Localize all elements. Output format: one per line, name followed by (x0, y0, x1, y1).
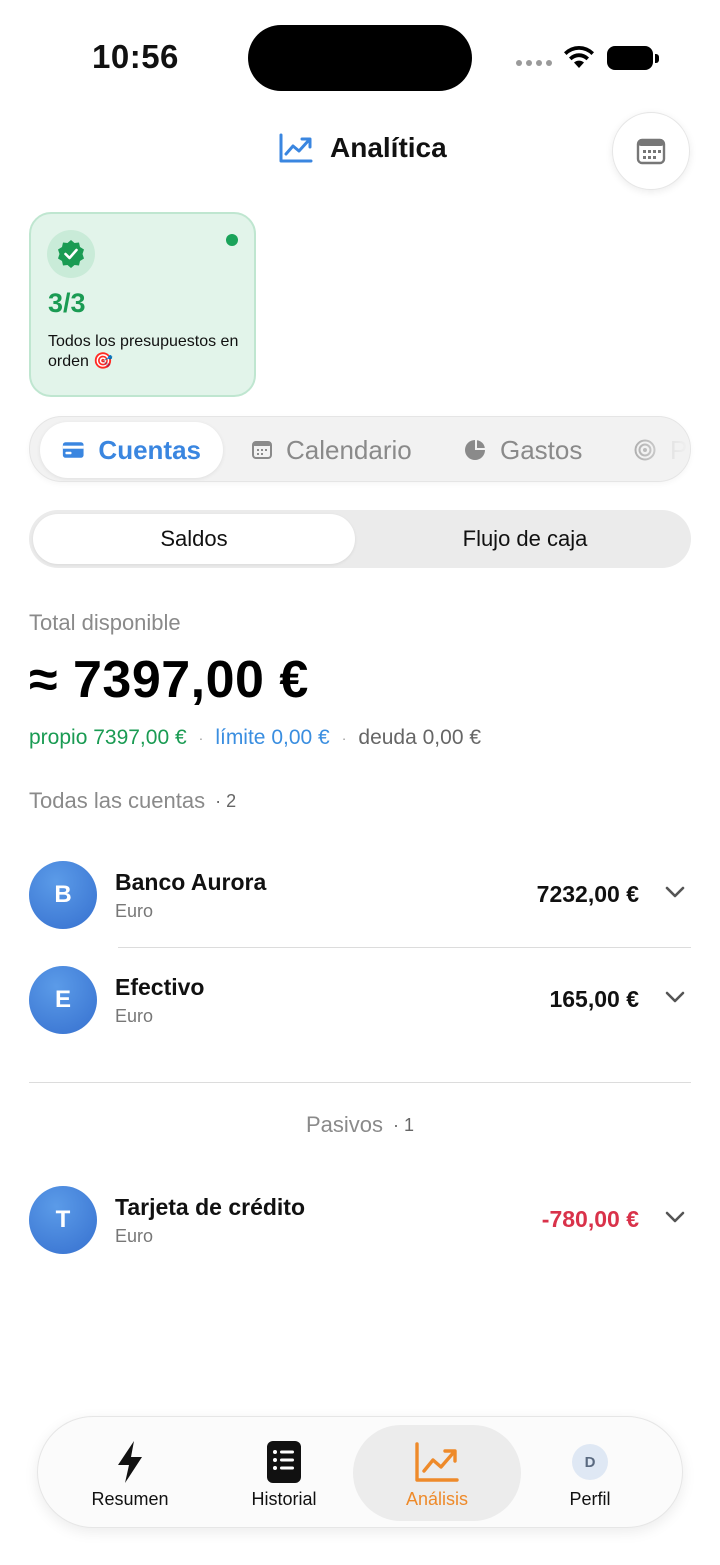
section-title: Todas las cuentas (29, 788, 206, 813)
calendar-icon (636, 138, 666, 165)
account-row-banco-aurora[interactable]: B Banco Aurora Euro 7232,00 € (29, 861, 691, 931)
analytics-tabs: Cuentas Calendario Gastos P (29, 416, 691, 482)
card-icon (62, 442, 84, 458)
separator: · (198, 730, 204, 746)
tab-cuentas[interactable]: Cuentas (40, 422, 223, 478)
chevron-down-icon[interactable] (665, 1210, 685, 1224)
trend-chart-icon (415, 1442, 459, 1482)
total-value: ≈ 7397,00 € (29, 651, 309, 709)
dynamic-island (248, 25, 472, 91)
tab-gastos[interactable]: Gastos (464, 422, 582, 478)
budget-badge (47, 230, 95, 278)
tab-label: Cuentas (98, 434, 201, 465)
account-currency: Euro (115, 901, 154, 921)
balance-breakdown: propio 7397,00 € · límite 0,00 € · deuda… (29, 726, 481, 750)
separator: · (341, 730, 347, 746)
section-title: Pasivos (305, 1112, 384, 1137)
budget-message: Todos los presupuestos en orden 🎯 (48, 333, 239, 370)
account-avatar: B (29, 861, 97, 929)
battery-icon (607, 46, 659, 70)
tab-calendario[interactable]: Calendario (252, 422, 412, 478)
accounts-section-header: Todas las cuentas · 2 (29, 788, 236, 814)
account-amount: 165,00 € (549, 986, 639, 1012)
section-count: · 2 (215, 790, 237, 811)
calendar-icon (252, 441, 272, 459)
tab-analisis[interactable]: Análisis (353, 1425, 521, 1521)
pie-chart-icon (465, 440, 485, 460)
budget-count: 3/3 (48, 288, 86, 318)
liabilities-section-header: Pasivos · 1 (0, 1112, 720, 1138)
tab-historial[interactable]: Historial (200, 1425, 368, 1521)
segment-saldos[interactable]: Saldos (33, 514, 355, 564)
debt-balance: deuda 0,00 € (358, 726, 482, 749)
tab-label: Gastos (500, 434, 583, 465)
verified-check-icon (58, 240, 84, 268)
account-currency: Euro (115, 1226, 154, 1246)
account-name: Banco Aurora (115, 869, 267, 895)
trend-chart-icon (279, 133, 313, 163)
account-amount: 7232,00 € (536, 881, 639, 907)
view-segmented-control: Saldos Flujo de caja (29, 510, 691, 568)
tab-label: Calendario (286, 434, 412, 465)
segment-flujo-de-caja[interactable]: Flujo de caja (363, 514, 687, 564)
calendar-button[interactable] (612, 112, 690, 190)
total-label: Total disponible (29, 610, 181, 635)
account-name: Tarjeta de crédito (115, 1194, 306, 1220)
chevron-down-icon[interactable] (665, 885, 685, 899)
account-avatar: T (29, 1186, 97, 1254)
account-name: Efectivo (115, 974, 205, 1000)
status-time: 10:56 (92, 38, 179, 75)
limit-balance: límite 0,00 € (215, 726, 330, 749)
page-title: Analítica (330, 132, 447, 163)
lightning-icon (118, 1441, 142, 1483)
header: Analítica (0, 110, 720, 190)
chevron-down-icon[interactable] (665, 990, 685, 1004)
tab-label: Resumen (91, 1489, 169, 1509)
account-row-efectivo[interactable]: E Efectivo Euro 165,00 € (29, 966, 691, 1036)
tab-perfil[interactable]: D Perfil (506, 1425, 674, 1521)
budget-status-card[interactable]: 3/3 Todos los presupuestos en orden 🎯 (29, 212, 256, 397)
account-row-tarjeta-de-credito[interactable]: T Tarjeta de crédito Euro -780,00 € (29, 1186, 691, 1256)
account-avatar: E (29, 966, 97, 1034)
tab-label: Análisis (405, 1489, 469, 1509)
tab-label: Perfil (569, 1489, 611, 1509)
row-divider (118, 947, 691, 948)
tab-label: Historial (251, 1489, 317, 1509)
section-divider (29, 1082, 691, 1083)
own-balance: propio 7397,00 € (29, 726, 187, 749)
header-title-group: Analítica (278, 132, 447, 164)
account-currency: Euro (115, 1006, 154, 1026)
tab-resumen[interactable]: Resumen (46, 1425, 214, 1521)
account-amount: -780,00 € (541, 1206, 639, 1232)
section-count: · 1 (393, 1114, 415, 1135)
list-icon (267, 1441, 301, 1483)
tabs-fade (630, 417, 690, 481)
avatar-icon: D (572, 1444, 608, 1480)
wifi-icon (564, 45, 594, 68)
status-dot (226, 234, 238, 246)
bottom-tab-bar: Resumen Historial Análisis D Perfil (37, 1416, 683, 1528)
signal-icon (516, 60, 552, 66)
status-bar: 10:56 (0, 0, 720, 110)
